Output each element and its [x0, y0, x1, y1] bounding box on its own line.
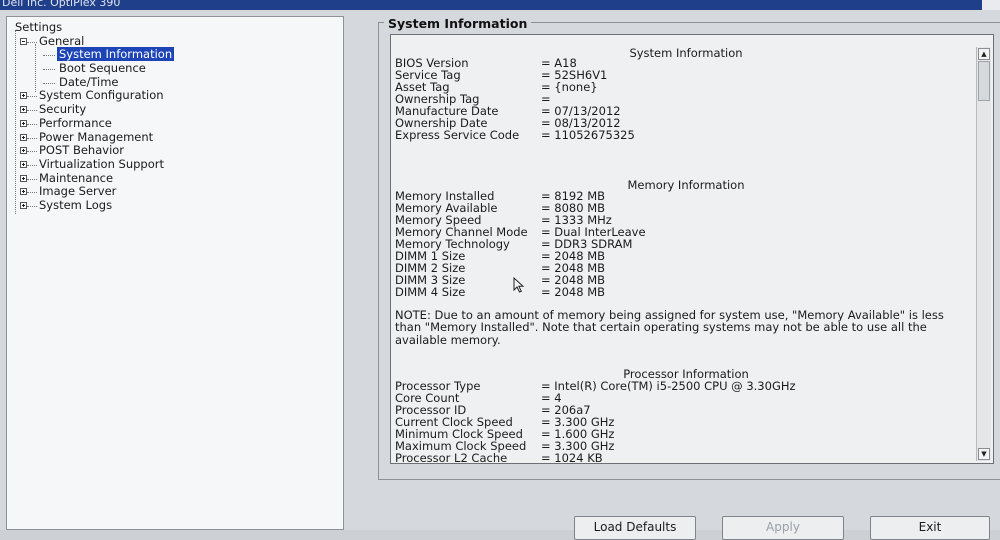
- tree-item-label: Boot Sequence: [59, 61, 146, 76]
- tree-item-label: System Configuration: [39, 88, 164, 103]
- tree-item-post-behavior[interactable]: POST Behavior: [15, 143, 343, 158]
- tree-item-label: POST Behavior: [39, 143, 125, 158]
- tree-item-boot-sequence[interactable]: Boot Sequence: [15, 61, 343, 76]
- titlebar-corner: [982, 0, 1000, 10]
- expand-icon[interactable]: [20, 174, 27, 182]
- window-title: Dell Inc. OptiPlex 390: [2, 0, 121, 9]
- tree-item-label: Virtualization Support: [39, 156, 165, 171]
- scrollbar-thumb[interactable]: [978, 61, 990, 101]
- tree-item-system-configuration[interactable]: System Configuration: [15, 89, 343, 103]
- tree-item-date-time[interactable]: Date/Time: [15, 74, 343, 90]
- tree-item-label: System Logs: [39, 197, 113, 212]
- memory-note: NOTE: Due to an amount of memory being a…: [395, 308, 944, 347]
- tree-item-security[interactable]: Security: [15, 102, 343, 117]
- system-info-panel: System Information BIOS Version = A18 Serv…: [390, 34, 994, 464]
- tree-item-general[interactable]: General: [15, 33, 343, 49]
- group-title: System Information: [384, 16, 532, 31]
- expand-icon[interactable]: [20, 119, 27, 127]
- tree-item-label: Power Management: [39, 129, 154, 144]
- expand-icon[interactable]: [20, 106, 27, 114]
- settings-tree: Settings General System Information Boot…: [6, 16, 344, 530]
- tree-item-label: Security: [39, 102, 87, 117]
- exit-button[interactable]: Exit: [870, 516, 990, 540]
- expand-icon[interactable]: [20, 201, 27, 209]
- expand-icon[interactable]: [20, 147, 27, 155]
- processor-info-value: = Intel(R) Core(TM) i5-2500 CPU @ 3.30GH…: [541, 379, 796, 393]
- memory-info-row: DIMM 4 Size = 2048 MB: [395, 286, 605, 298]
- tree-item-label: Maintenance: [39, 170, 114, 185]
- load-defaults-button[interactable]: Load Defaults: [574, 516, 696, 540]
- tree-item-label: Performance: [39, 115, 112, 130]
- vertical-scrollbar[interactable]: ▲ ▼: [976, 47, 991, 461]
- expand-icon[interactable]: [20, 160, 27, 168]
- system-info-row: Express Service Code = 11052675325: [395, 129, 635, 141]
- memory-info-value: = 2048 MB: [541, 285, 606, 299]
- expand-icon[interactable]: [20, 133, 27, 141]
- tree-item-label: General: [39, 33, 85, 48]
- scroll-down-arrow-icon[interactable]: ▼: [978, 448, 990, 460]
- expand-icon[interactable]: [20, 92, 27, 100]
- collapse-icon[interactable]: [20, 37, 27, 45]
- system-info-value: = 11052675325: [541, 128, 635, 142]
- processor-info-row: Processor L2 Cache = 1024 KB: [395, 451, 603, 464]
- tree-item-system-logs[interactable]: System Logs: [15, 197, 343, 213]
- tree-item-power-management[interactable]: Power Management: [15, 129, 343, 145]
- processor-info-value: = 1024 KB: [541, 451, 603, 464]
- tree-root-label: Settings: [15, 20, 63, 34]
- system-info-label: Express Service Code: [395, 128, 520, 142]
- tree-item-image-server[interactable]: Image Server: [15, 185, 343, 199]
- tree-item-label: Date/Time: [59, 74, 119, 89]
- tree-item-label-selected: System Information: [57, 47, 175, 62]
- tree-root[interactable]: Settings: [15, 20, 343, 35]
- expand-icon[interactable]: [20, 188, 27, 196]
- tree-item-performance[interactable]: Performance: [15, 115, 343, 131]
- tree-item-system-information[interactable]: System Information: [15, 47, 343, 62]
- scroll-up-arrow-icon[interactable]: ▲: [978, 48, 990, 60]
- tree-item-virtualization-support[interactable]: Virtualization Support: [15, 156, 343, 172]
- processor-info-label: Processor L2 Cache: [395, 451, 508, 464]
- window-titlebar: Dell Inc. OptiPlex 390: [0, 0, 1000, 10]
- tree-item-label: Image Server: [39, 184, 117, 199]
- mouse-pointer-icon: [513, 277, 525, 293]
- tree-item-maintenance[interactable]: Maintenance: [15, 170, 343, 186]
- apply-button[interactable]: Apply: [722, 516, 844, 540]
